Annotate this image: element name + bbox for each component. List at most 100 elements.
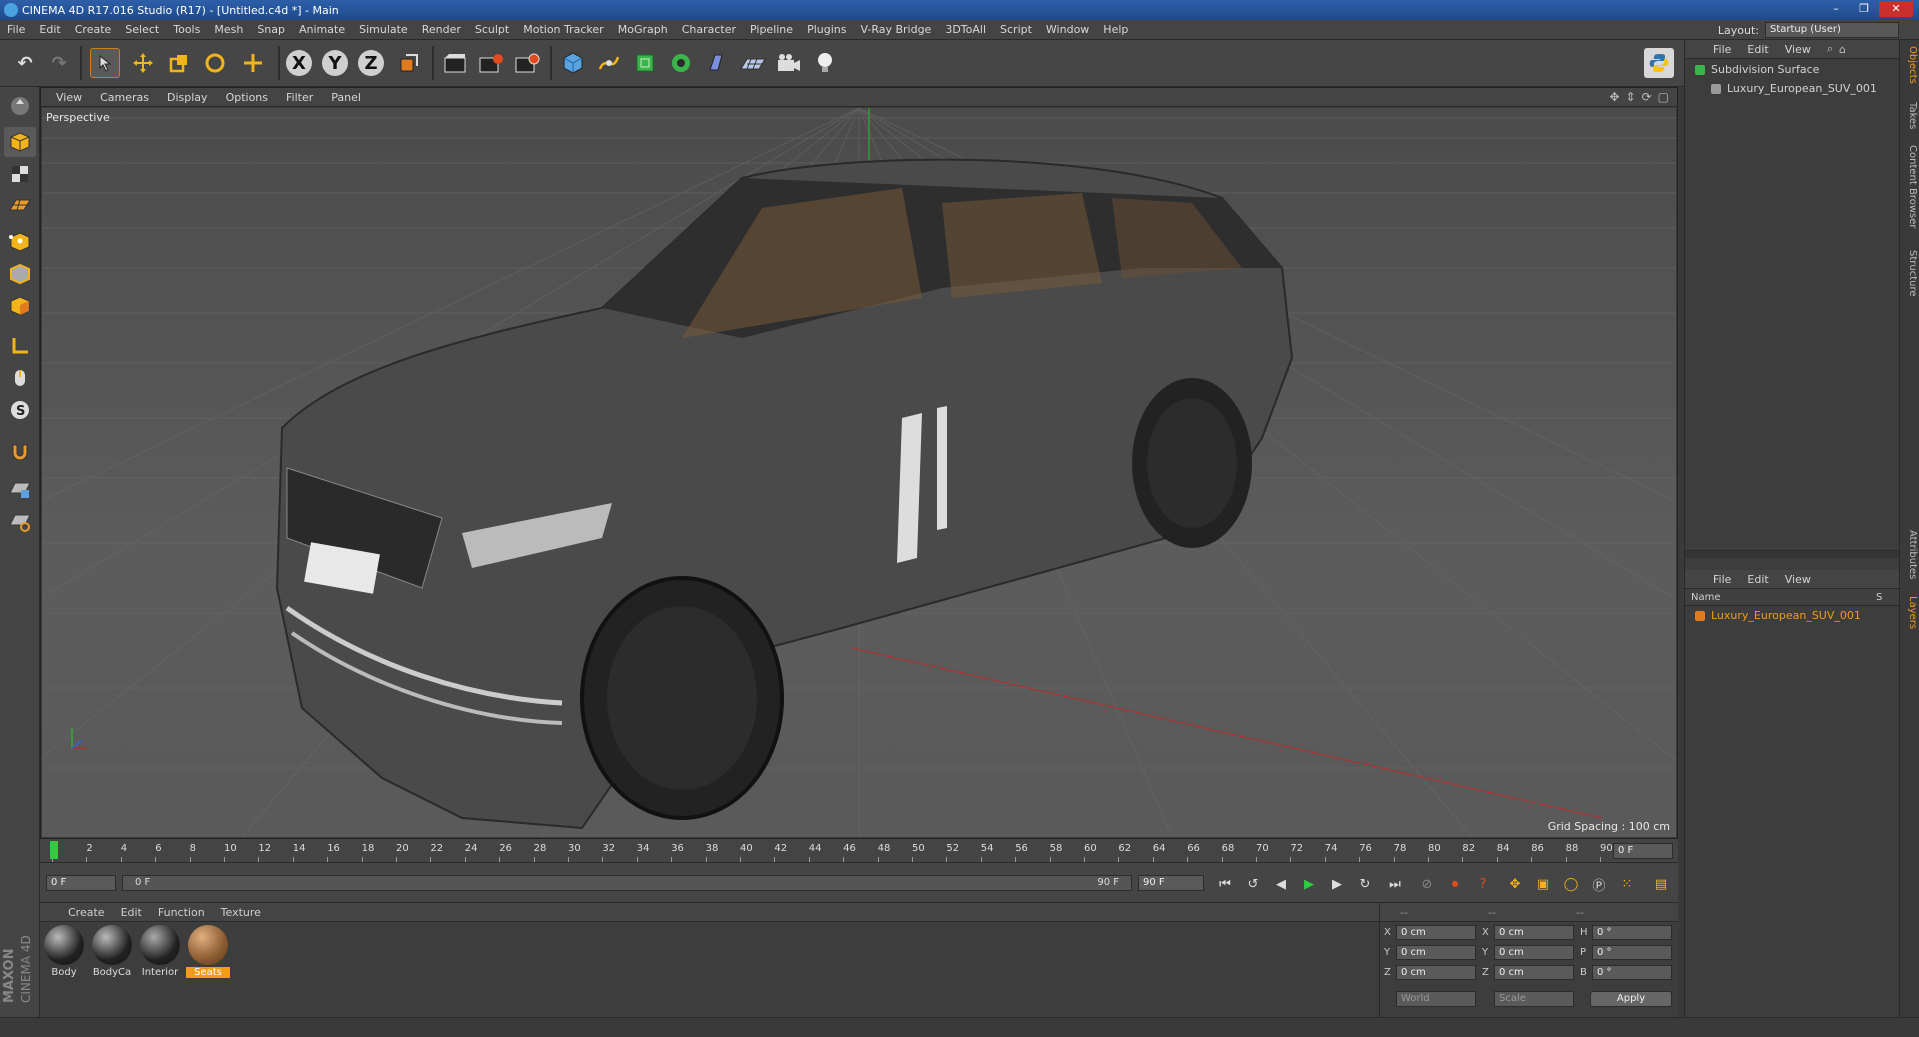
size-y-field[interactable]: 0 cm <box>1494 945 1574 960</box>
material-body[interactable]: Body <box>42 925 86 978</box>
layers-menu-edit[interactable]: Edit <box>1739 573 1776 586</box>
floor-icon[interactable] <box>738 48 768 78</box>
viewport-menu-panel[interactable]: Panel <box>322 91 370 104</box>
search-icon[interactable]: ⌕ <box>1827 42 1833 56</box>
menu-plugins[interactable]: Plugins <box>800 23 853 36</box>
timeline-window-icon[interactable]: ▤ <box>1650 873 1672 895</box>
menu-help[interactable]: Help <box>1096 23 1135 36</box>
position-y-field[interactable]: 0 cm <box>1396 945 1476 960</box>
menu-animate[interactable]: Animate <box>292 23 352 36</box>
suv-model[interactable] <box>275 158 1294 830</box>
key-pla-icon[interactable]: ⁙ <box>1616 873 1638 895</box>
apply-button[interactable]: Apply <box>1590 991 1672 1007</box>
restore-button[interactable]: ❐ <box>1851 1 1877 17</box>
size-z-field[interactable]: 0 cm <box>1494 965 1574 980</box>
camera-icon[interactable] <box>774 48 804 78</box>
previous-frame-icon[interactable]: ◀ <box>1270 873 1292 895</box>
menu-window[interactable]: Window <box>1039 23 1096 36</box>
scale-tool-icon[interactable] <box>164 48 194 78</box>
menu-create[interactable]: Create <box>68 23 119 36</box>
tweak-mode-icon[interactable] <box>4 363 36 393</box>
material-menu-edit[interactable]: Edit <box>113 906 150 919</box>
frame-range-slider[interactable]: 0 F 90 F <box>122 875 1132 891</box>
objects-menu-view[interactable]: View <box>1777 43 1819 56</box>
layout-dropdown[interactable]: Startup (User) <box>1765 22 1899 38</box>
close-button[interactable]: ✕ <box>1879 1 1913 17</box>
model-mode-icon[interactable] <box>4 127 36 157</box>
magnet-icon[interactable] <box>4 437 36 467</box>
size-x-field[interactable]: 0 cm <box>1494 925 1574 940</box>
menu-simulate[interactable]: Simulate <box>352 23 415 36</box>
locked-workplane-icon[interactable] <box>4 475 36 505</box>
workplane-mode-icon[interactable] <box>4 191 36 221</box>
menu-motion-tracker[interactable]: Motion Tracker <box>516 23 610 36</box>
menu-snap[interactable]: Snap <box>250 23 292 36</box>
coordinate-space-dropdown[interactable]: World <box>1396 991 1476 1007</box>
material-seats[interactable]: Seats <box>186 925 230 978</box>
menu-character[interactable]: Character <box>675 23 743 36</box>
go-to-start-icon[interactable]: ⏮ <box>1214 873 1236 895</box>
menu-file[interactable]: File <box>0 23 32 36</box>
tab-content-browser[interactable]: Content Browser <box>1902 145 1918 228</box>
menu-vray-bridge[interactable]: V-Ray Bridge <box>853 23 938 36</box>
cube-primitive-icon[interactable] <box>558 48 588 78</box>
layers-menu-file[interactable]: File <box>1705 573 1739 586</box>
toggle-view-icon[interactable]: ▢ <box>1658 90 1669 104</box>
rotate-view-icon[interactable]: ⟳ <box>1642 90 1652 104</box>
make-editable-icon[interactable] <box>4 91 36 121</box>
current-frame-field[interactable]: 0 F <box>1613 843 1673 859</box>
planar-workplane-icon[interactable] <box>4 507 36 537</box>
autokey-icon[interactable]: ⊘ <box>1416 873 1438 895</box>
tab-attributes[interactable]: Attributes <box>1902 530 1918 579</box>
key-rotation-icon[interactable]: ◯ <box>1560 873 1582 895</box>
objects-scrollbar[interactable] <box>1685 550 1900 558</box>
python-icon[interactable] <box>1644 48 1674 78</box>
tab-structure[interactable]: Structure <box>1902 250 1918 297</box>
material-menu-texture[interactable]: Texture <box>213 906 269 919</box>
key-position-icon[interactable]: ✥ <box>1504 873 1526 895</box>
objects-menu-edit[interactable]: Edit <box>1739 43 1776 56</box>
points-mode-icon[interactable] <box>4 227 36 257</box>
objects-menu-file[interactable]: File <box>1705 43 1739 56</box>
start-frame-field[interactable]: 0 F <box>46 875 116 891</box>
position-x-field[interactable]: 0 cm <box>1396 925 1476 940</box>
viewport-menu-options[interactable]: Options <box>217 91 277 104</box>
position-z-field[interactable]: 0 cm <box>1396 965 1476 980</box>
timeline-playhead[interactable] <box>50 841 58 859</box>
move-tool-icon[interactable] <box>128 48 158 78</box>
minimize-button[interactable]: – <box>1823 1 1849 17</box>
viewport-menu-display[interactable]: Display <box>158 91 217 104</box>
menu-edit[interactable]: Edit <box>32 23 67 36</box>
viewport-scene[interactable]: Perspective Grid Spacing : 100 cm <box>42 108 1676 837</box>
render-to-picture-viewer-icon[interactable] <box>476 48 506 78</box>
move-view-icon[interactable]: ✥ <box>1609 90 1619 104</box>
end-frame-field[interactable]: 90 F <box>1138 875 1204 891</box>
material-menu-function[interactable]: Function <box>150 906 213 919</box>
tab-objects[interactable]: Objects <box>1902 46 1918 84</box>
axis-mode-icon[interactable] <box>4 331 36 361</box>
tab-layers[interactable]: Layers <box>1902 596 1918 629</box>
spline-pen-icon[interactable] <box>594 48 624 78</box>
zoom-view-icon[interactable]: ⇕ <box>1626 90 1636 104</box>
cloner-icon[interactable] <box>666 48 696 78</box>
polygons-mode-icon[interactable] <box>4 291 36 321</box>
object-row-suv[interactable]: Luxury_European_SUV_001 <box>1685 79 1900 98</box>
rotation-b-field[interactable]: 0 ° <box>1592 965 1672 980</box>
record-icon[interactable]: ⏺ <box>1444 873 1466 895</box>
viewport-menu-cameras[interactable]: Cameras <box>91 91 158 104</box>
select-tool-icon[interactable] <box>90 48 120 78</box>
menu-mesh[interactable]: Mesh <box>207 23 250 36</box>
size-mode-dropdown[interactable]: Scale <box>1494 991 1574 1007</box>
menu-mograph[interactable]: MoGraph <box>611 23 675 36</box>
coordinate-system-icon[interactable] <box>394 48 424 78</box>
viewport-menu-view[interactable]: View <box>47 91 91 104</box>
tab-takes[interactable]: Takes <box>1902 102 1918 129</box>
rotate-tool-icon[interactable] <box>200 48 230 78</box>
menu-script[interactable]: Script <box>993 23 1039 36</box>
go-to-end-icon[interactable]: ⏭ <box>1384 873 1406 895</box>
layer-row[interactable]: Luxury_European_SUV_001 <box>1685 606 1900 625</box>
y-axis-lock-button[interactable]: Y <box>322 50 348 76</box>
subdivision-surface-icon[interactable] <box>630 48 660 78</box>
menu-render[interactable]: Render <box>415 23 468 36</box>
texture-mode-icon[interactable] <box>4 159 36 189</box>
